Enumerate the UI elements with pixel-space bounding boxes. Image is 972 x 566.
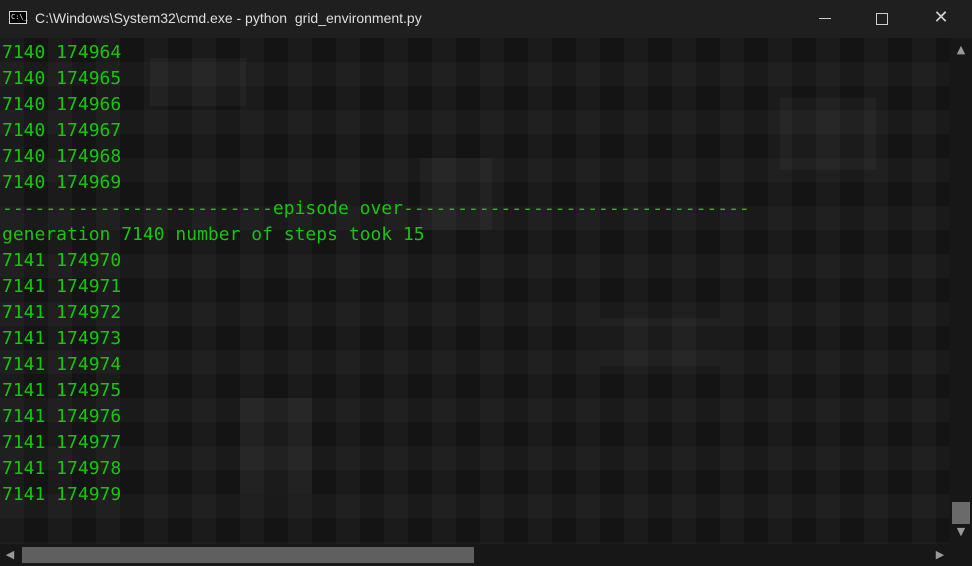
console-line: 7141 174971: [2, 276, 122, 297]
scroll-left-arrow-icon[interactable]: ◀: [0, 544, 20, 566]
scroll-up-arrow-icon[interactable]: ▲: [950, 40, 972, 60]
console-line: 7141 174974: [2, 354, 122, 375]
console-line: 7141 174979: [2, 484, 122, 505]
close-button[interactable]: ✕: [912, 0, 970, 38]
minimize-button[interactable]: [796, 0, 854, 38]
command-prompt-icon-glyph: C:\_: [11, 13, 28, 21]
console-lines: 7140 174964 7140 174965 7140 174966 7140 17…: [2, 40, 750, 508]
minimize-icon: [819, 18, 831, 19]
command-prompt-icon[interactable]: C:\_: [9, 11, 28, 24]
cmd-window: C:\_ C:\Windows\System32\cmd.exe - pytho…: [0, 0, 972, 566]
console-line: -------------------------episode over---…: [2, 198, 750, 219]
console-line: 7140 174966: [2, 94, 122, 115]
vertical-scrollbar[interactable]: ▲ ▼: [950, 38, 972, 544]
vertical-scroll-thumb[interactable]: [952, 502, 970, 524]
scroll-right-arrow-icon[interactable]: ▶: [930, 544, 950, 566]
console-line: generation 7140 number of steps took 15: [2, 224, 425, 245]
maximize-button[interactable]: [853, 0, 911, 38]
console-line: 7141 174972: [2, 302, 122, 323]
close-icon: ✕: [933, 7, 949, 28]
horizontal-scroll-thumb[interactable]: [22, 547, 474, 563]
window-title: C:\Windows\System32\cmd.exe - python gri…: [35, 10, 422, 26]
console-output-area[interactable]: 7140 174964 7140 174965 7140 174966 7140 17…: [0, 38, 950, 544]
console-line: 7141 174977: [2, 432, 122, 453]
scroll-down-arrow-icon[interactable]: ▼: [950, 522, 972, 542]
console-line: 7140 174967: [2, 120, 122, 141]
console-line: 7141 174975: [2, 380, 122, 401]
maximize-icon: [876, 13, 888, 25]
console-line: 7141 174970: [2, 250, 122, 271]
console-line: 7140 174968: [2, 146, 122, 167]
console-line: 7140 174965: [2, 68, 122, 89]
scrollbar-corner: [950, 544, 972, 566]
horizontal-scrollbar[interactable]: ◀ ▶: [0, 544, 950, 566]
title-bar[interactable]: C:\_ C:\Windows\System32\cmd.exe - pytho…: [0, 0, 972, 38]
console-line: 7141 174973: [2, 328, 122, 349]
console-line: 7140 174969: [2, 172, 122, 193]
console-line: 7140 174964: [2, 42, 122, 63]
console-line: 7141 174978: [2, 458, 122, 479]
background-texture: [780, 98, 876, 170]
console-line: 7141 174976: [2, 406, 122, 427]
